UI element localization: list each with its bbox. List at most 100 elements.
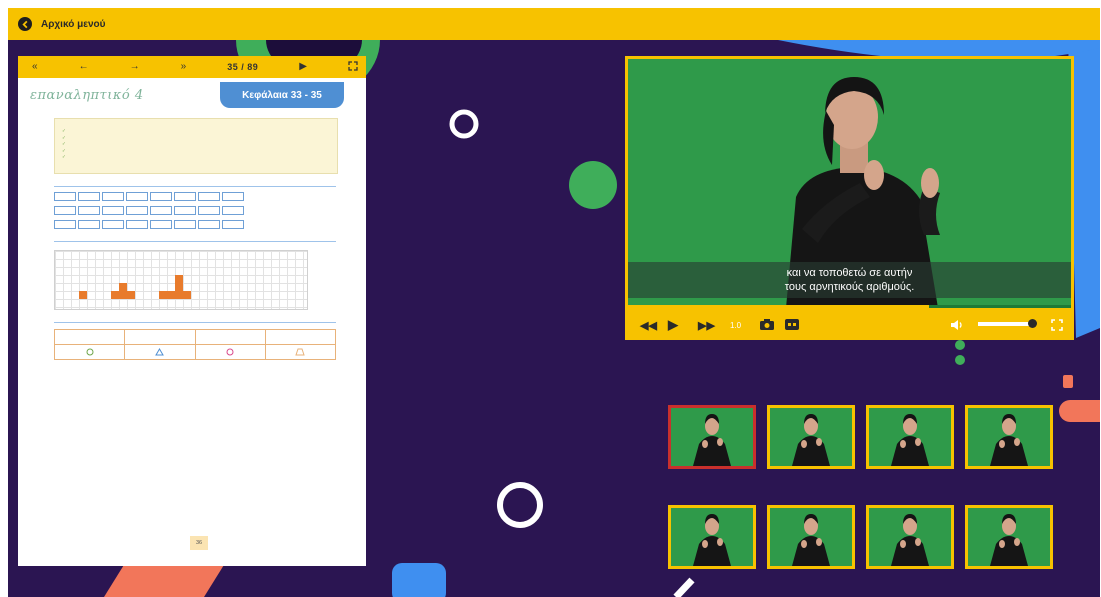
- fullscreen-icon[interactable]: [1051, 319, 1063, 331]
- number-cell: [78, 206, 100, 215]
- video-screen[interactable]: και να τοποθετώ σε αυτήν τους αρνητικούς…: [628, 59, 1071, 308]
- speed-button[interactable]: 1.0: [730, 321, 741, 330]
- deco-green-dot-1: [955, 340, 965, 350]
- grid-block: [119, 283, 127, 291]
- deco-green-dot-2: [955, 355, 965, 365]
- video-thumbnail[interactable]: [767, 405, 855, 469]
- number-cell: [198, 192, 220, 201]
- page-header: επαναληπτικό 4 Κεφάλαια 33 - 35: [18, 78, 366, 112]
- number-cell: [126, 220, 148, 229]
- video-thumbnail[interactable]: [866, 505, 954, 569]
- volume-knob[interactable]: [1027, 319, 1037, 328]
- number-line-b: [45, 206, 366, 215]
- signer-thumbnail: [792, 414, 830, 466]
- grid-block: [159, 291, 167, 299]
- number-cell: [150, 220, 172, 229]
- app-stage: Αρχικό μενού « ← → » 35 / 89 ▶ επαναληπτ…: [8, 8, 1100, 597]
- previous-page-icon[interactable]: ←: [79, 56, 89, 78]
- deco-coral-square: [1063, 375, 1073, 388]
- progress-fill: [628, 305, 930, 308]
- video-thumbnail[interactable]: [767, 505, 855, 569]
- square-grid: [54, 250, 308, 310]
- fast-forward-icon[interactable]: ▶▶: [698, 319, 715, 332]
- number-line-c: [45, 220, 366, 229]
- signer-thumbnail: [891, 514, 929, 566]
- subtitle-text: και να τοποθετώ σε αυτήν τους αρνητικούς…: [628, 266, 1071, 294]
- table-cell: [55, 345, 126, 359]
- number-cell: [126, 206, 148, 215]
- last-page-icon[interactable]: »: [181, 56, 187, 78]
- deco-blue-square: [392, 563, 446, 597]
- deco-coral-pill: [1059, 400, 1100, 422]
- video-thumbnail[interactable]: [866, 405, 954, 469]
- captions-icon[interactable]: [785, 319, 799, 330]
- exercise-2-heading: [54, 239, 336, 242]
- deco-white-ring-1: [449, 109, 479, 139]
- back-label[interactable]: Αρχικό μενού: [41, 19, 105, 30]
- goal-line: ✓: [62, 154, 330, 161]
- deco-white-ring-2: [497, 482, 543, 528]
- signer-thumbnail: [792, 514, 830, 566]
- fullscreen-icon[interactable]: [348, 56, 358, 78]
- volume-icon[interactable]: [950, 319, 964, 331]
- table-row: [55, 344, 335, 359]
- camera-icon[interactable]: [760, 319, 774, 330]
- grid-block: [175, 275, 183, 283]
- first-page-icon[interactable]: «: [32, 56, 38, 78]
- book-toolbar: « ← → » 35 / 89 ▶: [18, 56, 366, 78]
- number-cell: [198, 220, 220, 229]
- table-cell: [125, 345, 196, 359]
- number-cell: [78, 192, 100, 201]
- grid-block: [119, 291, 127, 299]
- check-icon: ✓: [62, 134, 66, 140]
- number-cell: [222, 192, 244, 201]
- video-thumbnail[interactable]: [965, 505, 1053, 569]
- exercise-3-heading: [54, 320, 336, 323]
- number-cell: [54, 192, 76, 201]
- grid-block: [175, 283, 183, 291]
- signer-thumbnail: [891, 414, 929, 466]
- lesson-title: επαναληπτικό 4: [30, 88, 144, 103]
- exercise-1-heading: [54, 184, 336, 187]
- arrow-left-icon: [21, 20, 27, 28]
- video-thumbnail[interactable]: [965, 405, 1053, 469]
- table-cell: [266, 345, 335, 359]
- number-cell: [150, 192, 172, 201]
- signer-thumbnail: [693, 414, 731, 466]
- grid-block: [111, 291, 119, 299]
- play-button[interactable]: ▶: [668, 317, 678, 333]
- check-icon: ✓: [62, 128, 66, 133]
- next-page-icon[interactable]: →: [130, 56, 140, 78]
- signer-thumbnail: [693, 514, 731, 566]
- trapezoid-shape-icon: [295, 348, 306, 356]
- play-icon[interactable]: ▶: [299, 56, 307, 78]
- top-bar: Αρχικό μενού: [8, 8, 1100, 40]
- back-button[interactable]: [18, 17, 32, 31]
- grid-block: [183, 291, 191, 299]
- grid-block: [175, 291, 183, 299]
- number-cell: [198, 206, 220, 215]
- number-cell: [54, 206, 76, 215]
- number-cell: [54, 220, 76, 229]
- table-cell: [55, 330, 126, 344]
- video-thumbnail[interactable]: [668, 405, 756, 469]
- grid-block: [79, 291, 87, 299]
- check-icon: ✓: [62, 147, 66, 153]
- number-cell: [102, 192, 124, 201]
- fullscreen-corners-icon: [348, 61, 358, 72]
- exercise-3-table: [54, 329, 336, 360]
- video-controls: ◀◀ ▶ ▶▶ 1.0: [628, 312, 1071, 338]
- volume-slider[interactable]: [978, 319, 1037, 328]
- grid-block: [167, 291, 175, 299]
- progress-bar[interactable]: [628, 305, 1071, 308]
- grid-block: [127, 291, 135, 299]
- video-thumbnail[interactable]: [668, 505, 756, 569]
- table-cell: [266, 330, 335, 344]
- rewind-icon[interactable]: ◀◀: [640, 319, 657, 332]
- table-row: [55, 330, 335, 344]
- number-cell: [150, 206, 172, 215]
- number-cell: [102, 220, 124, 229]
- circle-shape-icon: [86, 348, 94, 356]
- number-cell: [222, 220, 244, 229]
- circle-shape-icon: [226, 348, 234, 356]
